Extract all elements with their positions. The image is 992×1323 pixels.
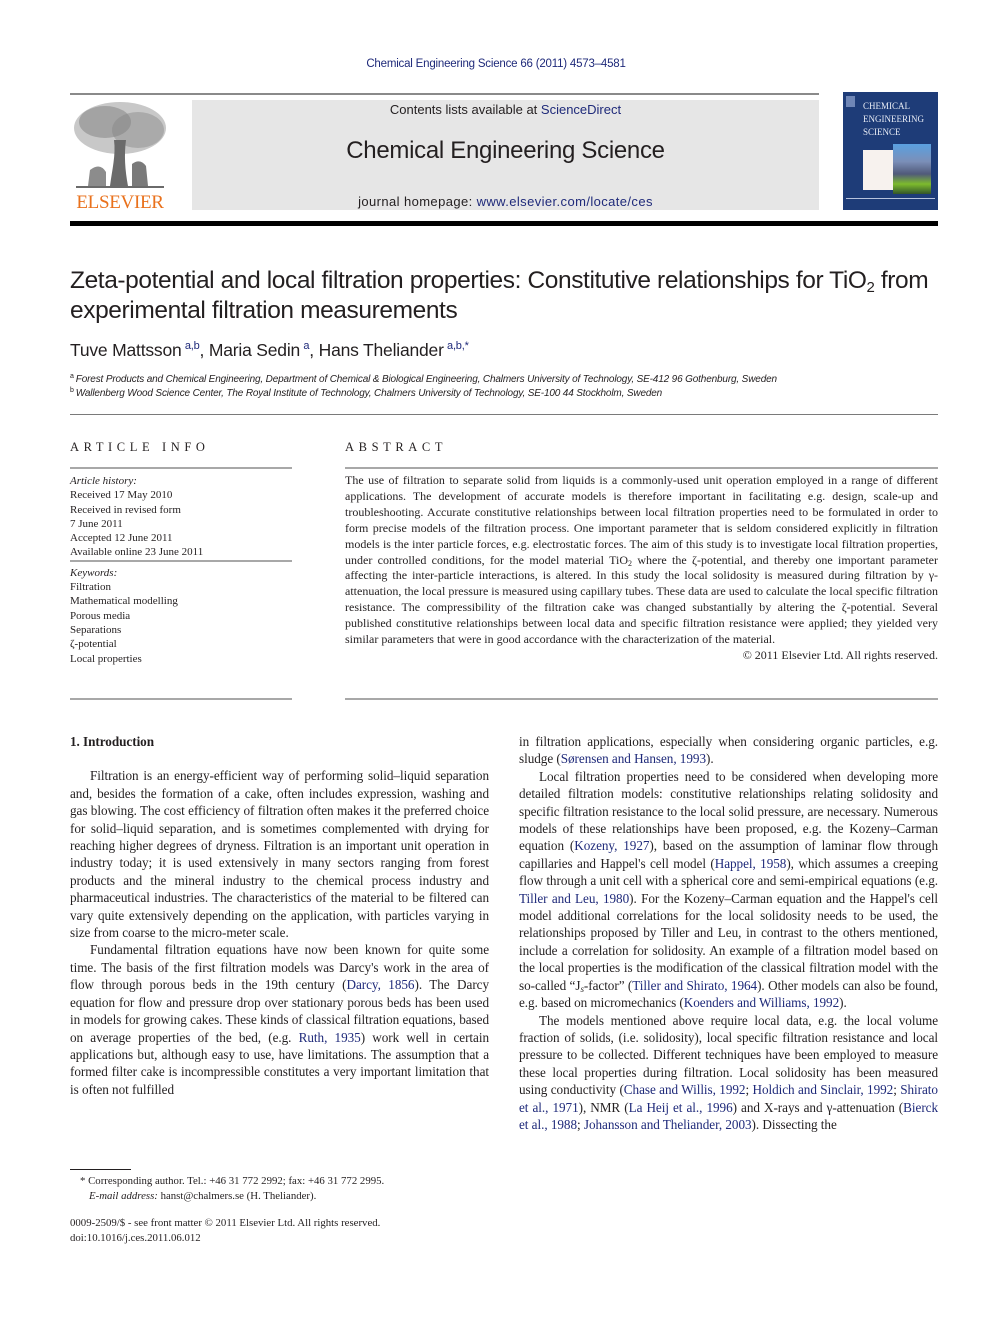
issn-doi: 0009-2509/$ - see front matter © 2011 El… (70, 1216, 380, 1246)
title-text-1: Zeta-potential and local filtration prop… (70, 267, 867, 294)
section-divider (70, 414, 938, 415)
keyword-item: Mathematical modelling (70, 595, 178, 608)
body-column-right: in filtration applications, especially w… (519, 733, 938, 1133)
affiliation-text: Wallenberg Wood Science Center, The Roya… (75, 388, 663, 399)
reference-link[interactable]: Sørensen and Hansen, 1993 (561, 751, 706, 766)
homepage-prefix: journal homepage: (358, 194, 477, 209)
keywords-rule (70, 559, 292, 562)
article-info-rule (70, 467, 292, 469)
email-label: E-mail address: (89, 1190, 158, 1202)
reference-link[interactable]: Holdich and Sinclair, 1992 (752, 1082, 893, 1097)
sciencedirect-link[interactable]: ScienceDirect (541, 102, 621, 117)
text-run: ) and X-rays and γ-attenuation ( (732, 1099, 904, 1115)
contents-line: Contents lists available at ScienceDirec… (192, 102, 819, 117)
body-column-left: 1. Introduction Filtration is an energy-… (70, 733, 489, 1098)
elsevier-wordmark: ELSEVIER (76, 192, 164, 213)
journal-title: Chemical Engineering Science (346, 137, 665, 164)
text-run: ), NMR ( (578, 1099, 629, 1115)
keyword-item: Separations (70, 623, 122, 636)
reference-link[interactable]: Koenders and Williams, 1992 (684, 995, 839, 1010)
affiliation-text: Forest Products and Chemical Engineering… (75, 374, 777, 385)
article-title: Zeta-potential and local filtration prop… (70, 266, 930, 326)
email-address[interactable]: hanst@chalmers.se (H. Theliander). (158, 1190, 317, 1202)
text-run: ). (705, 751, 714, 767)
author-list: Tuve Mattsson a,b, Maria Sedin a, Hans T… (70, 340, 469, 361)
article-info-heading: ARTICLE INFO (70, 440, 210, 454)
affiliation-mark: b (70, 387, 74, 394)
abstract-bottom-rule (345, 698, 938, 700)
journal-homepage-link[interactable]: www.elsevier.com/locate/ces (477, 194, 653, 209)
contents-prefix: Contents lists available at (389, 102, 541, 117)
cover-stripe (846, 198, 935, 199)
affiliation-mark: a (70, 373, 74, 380)
keywords-label: Keywords: (70, 566, 118, 579)
reference-link[interactable]: Happel, 1958 (715, 856, 787, 871)
reference-link[interactable]: Tiller and Leu, 1980 (519, 891, 629, 906)
reference-link[interactable]: Johansson and Theliander, 2003 (584, 1117, 752, 1132)
journal-banner: Contents lists available at ScienceDirec… (192, 100, 819, 210)
elsevier-logo[interactable]: ELSEVIER (70, 100, 170, 213)
author-name: Tuve Mattsson (70, 340, 182, 360)
abstract-heading: ABSTRACT (345, 440, 448, 454)
history-item: Received 17 May 2010 (70, 489, 173, 502)
author-affiliation-link[interactable]: a,b,* (447, 340, 469, 352)
journal-cover-thumbnail[interactable]: CHEMICAL ENGINEERING SCIENCE (843, 92, 938, 210)
footnote-rule (70, 1169, 131, 1170)
article-info-bottom-rule (70, 698, 292, 700)
body-paragraph: Fundamental filtration equations have no… (70, 941, 489, 1098)
cover-publisher-icon (846, 96, 855, 107)
history-item: Available online 23 June 2011 (70, 546, 204, 559)
keyword-item: Local properties (70, 652, 142, 665)
affiliations: a Forest Products and Chemical Engineerin… (70, 373, 777, 401)
elsevier-tree-icon (70, 100, 170, 192)
history-item: 7 June 2011 (70, 517, 123, 530)
keyword-item: ζ-potential (70, 638, 117, 651)
abstract-copyright: © 2011 Elsevier Ltd. All rights reserved… (742, 647, 938, 662)
body-paragraph: Filtration is an energy-efficient way of… (70, 768, 489, 941)
history-label: Article history: (70, 475, 137, 487)
issn-line: 0009-2509/$ - see front matter © 2011 El… (70, 1217, 381, 1229)
corresponding-author-note: * Corresponding author. Tel.: +46 31 772… (80, 1175, 385, 1187)
history-item: Received in revised form (70, 503, 181, 516)
reference-link[interactable]: Ruth, 1935 (299, 1030, 361, 1045)
author-affiliation-link[interactable]: a,b (185, 340, 200, 352)
affiliation-item: b Wallenberg Wood Science Center, The Roy… (70, 387, 777, 401)
cover-image-icon (893, 144, 931, 194)
author-separator: , (309, 340, 319, 360)
text-run: ). Dissecting the (751, 1116, 837, 1132)
homepage-line: journal homepage: www.elsevier.com/locat… (192, 194, 819, 209)
text-run: ; (577, 1116, 584, 1132)
article-info: Article history: Received 17 May 2010 Re… (70, 474, 292, 666)
body-paragraph: in filtration applications, especially w… (519, 733, 938, 768)
keyword-item: Filtration (70, 581, 111, 594)
reference-link[interactable]: Chase and Willis, 1992 (624, 1082, 746, 1097)
author-name: Hans Theliander (318, 340, 444, 360)
reference-link[interactable]: Tiller and Shirato, 1964 (632, 978, 757, 993)
reference-link[interactable]: Kozeny, 1927 (574, 838, 649, 853)
email-note: E-mail address: hanst@chalmers.se (H. Th… (80, 1189, 384, 1204)
journal-citation-link[interactable]: Chemical Engineering Science 66 (2011) 4… (0, 58, 992, 70)
abstract-body: The use of filtration to separate solid … (345, 473, 938, 664)
abstract-rule (345, 467, 938, 469)
history-item: Accepted 12 June 2011 (70, 532, 173, 545)
text-run: ). (839, 995, 847, 1011)
reference-link[interactable]: La Heij et al., 1996 (629, 1100, 733, 1115)
author-separator: , (199, 340, 209, 360)
body-paragraph: The models mentioned above require local… (519, 1012, 938, 1134)
header-thick-rule (70, 221, 938, 226)
keyword-item: Porous media (70, 609, 131, 622)
affiliation-item: a Forest Products and Chemical Engineerin… (70, 373, 777, 387)
text-run: -factor” ( (583, 977, 633, 993)
footnote: * Corresponding author. Tel.: +46 31 772… (80, 1174, 384, 1204)
author-name: Maria Sedin (208, 340, 301, 360)
section-heading-introduction: 1. Introduction (70, 734, 155, 749)
doi-line[interactable]: doi:10.1016/j.ces.2011.06.012 (70, 1231, 380, 1246)
body-paragraph: Local filtration properties need to be c… (519, 768, 938, 1012)
reference-link[interactable]: Darcy, 1856 (347, 977, 415, 992)
abstract-text: The use of filtration to separate solid … (345, 473, 938, 648)
cover-title: CHEMICAL ENGINEERING SCIENCE (863, 101, 924, 137)
header-rule (70, 93, 819, 95)
